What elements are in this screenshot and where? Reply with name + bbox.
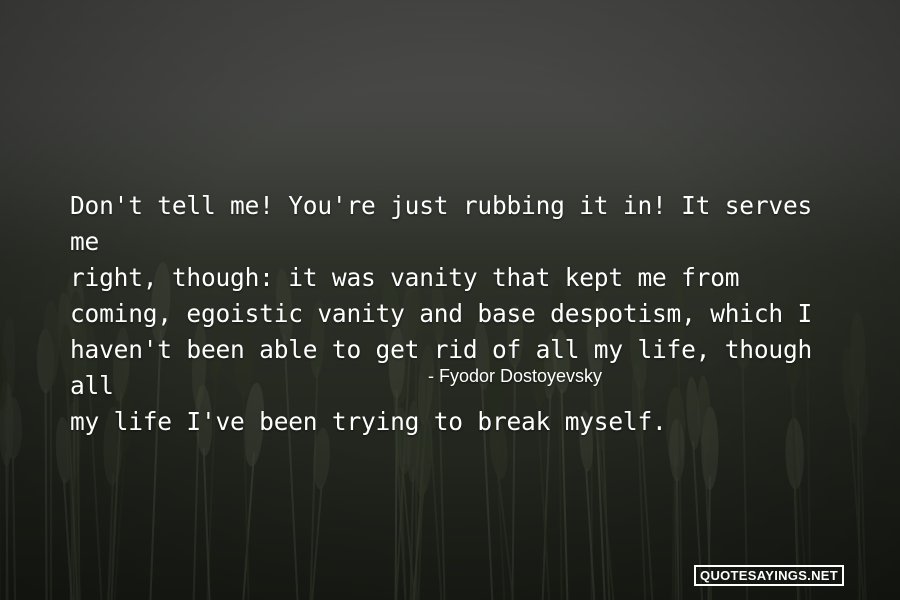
watermark: QUOTESAYINGS.NET xyxy=(694,565,844,586)
wheat-head xyxy=(42,299,60,387)
quote-author: - Fyodor Dostoyevsky xyxy=(428,366,603,386)
wheat-stem xyxy=(44,389,48,600)
quote-image: Don't tell me! You're just rubbing it in… xyxy=(0,0,900,600)
quote-text: Don't tell me! You're just rubbing it in… xyxy=(70,191,813,436)
